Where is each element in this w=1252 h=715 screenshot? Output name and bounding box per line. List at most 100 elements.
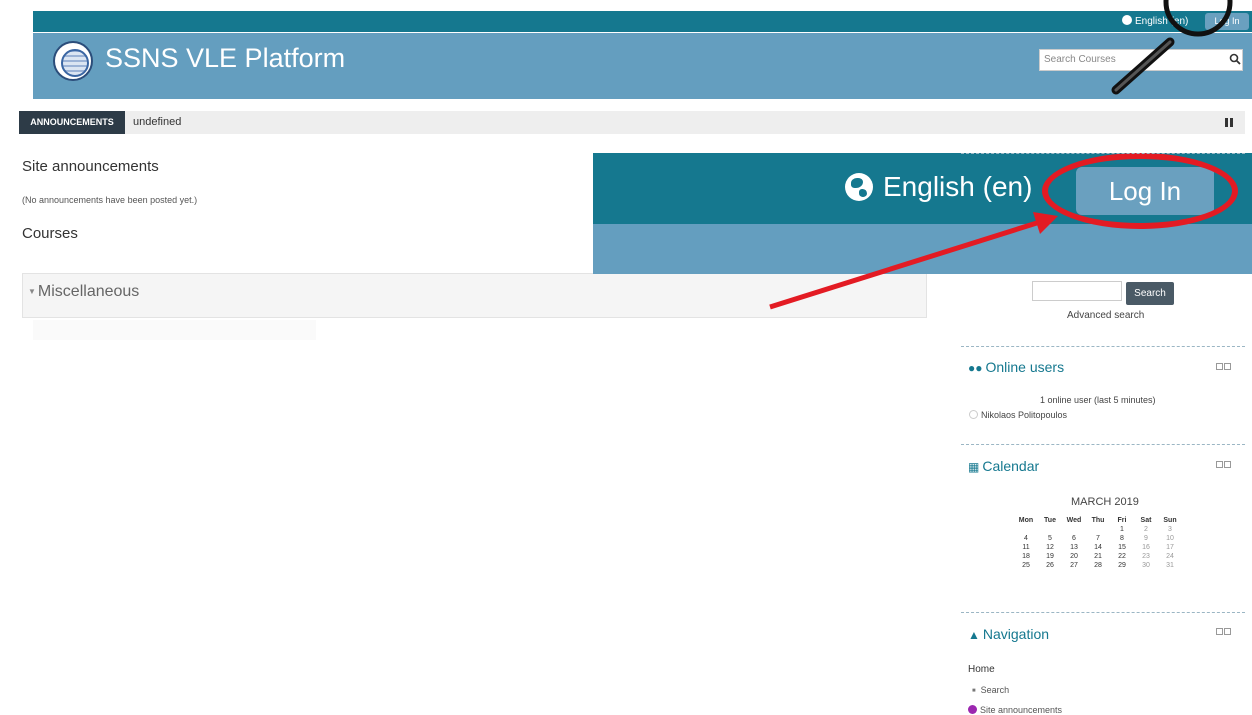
block-divider: [961, 346, 1245, 347]
calendar-day[interactable]: 21: [1086, 552, 1110, 561]
collapse-icon[interactable]: [1216, 461, 1223, 468]
collapse-icon[interactable]: [1216, 363, 1223, 370]
calendar-month[interactable]: MARCH 2019: [1071, 496, 1139, 508]
calendar-day[interactable]: 18: [1014, 552, 1038, 561]
block-divider: [961, 153, 1245, 154]
calendar-day[interactable]: 4: [1014, 534, 1038, 543]
calendar-week: 123: [1014, 525, 1182, 534]
calendar-day[interactable]: 22: [1110, 552, 1134, 561]
calendar-weekday: Thu: [1091, 517, 1105, 524]
course-search-input[interactable]: [1032, 281, 1122, 301]
block-divider: [961, 444, 1245, 445]
zoom-header-strip: [593, 224, 1252, 274]
advanced-search-link[interactable]: Advanced search: [1067, 310, 1144, 321]
calendar-day[interactable]: 24: [1158, 552, 1182, 561]
calendar-day[interactable]: 12: [1038, 543, 1062, 552]
dock-icon[interactable]: [1224, 461, 1231, 468]
calendar-day[interactable]: 28: [1086, 561, 1110, 570]
calendar-day[interactable]: 2: [1134, 525, 1158, 534]
language-menu[interactable]: English (en): [1122, 15, 1188, 27]
pause-icon[interactable]: [1225, 118, 1233, 127]
calendar-grid: Mon Tue Wed Thu Fri Sat Sun 1 2 3 4 5 6 7 8 9 10 11 12 13 1…: [1014, 516, 1182, 570]
calendar-day[interactable]: 1: [1110, 525, 1134, 534]
category-title[interactable]: ▼ Miscellaneous: [28, 283, 139, 301]
pointer-arrow: [769, 212, 1058, 310]
highlight-circle: [1042, 153, 1238, 229]
block-controls[interactable]: [1216, 357, 1234, 370]
category-name: Miscellaneous: [37, 283, 140, 300]
calendar-day[interactable]: 13: [1062, 543, 1086, 552]
online-users-title: ●● Online users: [968, 359, 1064, 375]
nav-home[interactable]: Home: [968, 664, 995, 675]
calendar-weekday: Wed: [1066, 517, 1082, 524]
calendar-day[interactable]: 26: [1038, 561, 1062, 570]
zoom-inset: English (en) Log In: [593, 153, 1252, 274]
calendar-day[interactable]: 6: [1062, 534, 1086, 543]
calendar-day[interactable]: 3: [1158, 525, 1182, 534]
calendar-day[interactable]: 11: [1014, 543, 1038, 552]
nav-search[interactable]: ■ Search: [972, 685, 1009, 695]
calendar-day[interactable]: 7: [1086, 534, 1110, 543]
calendar-label: Calendar: [982, 458, 1040, 474]
calendar-day: [1038, 525, 1062, 534]
calendar-day[interactable]: 10: [1158, 534, 1182, 543]
online-user[interactable]: Nikolaos Politopoulos: [969, 410, 1067, 420]
site-header: SSNS VLE Platform Search Courses: [33, 33, 1252, 99]
course-search-button[interactable]: Search: [1126, 282, 1174, 305]
user-avatar-icon: [969, 410, 978, 419]
dock-icon[interactable]: [1224, 363, 1231, 370]
calendar-day[interactable]: 17: [1158, 543, 1182, 552]
calendar-weekday: Sun: [1163, 517, 1177, 524]
site-logo[interactable]: [53, 41, 93, 81]
courses-heading: Courses: [22, 225, 78, 242]
search-icon[interactable]: [1229, 53, 1241, 65]
announcements-ticker: ANNOUNCEMENTS undefined: [19, 111, 1245, 134]
navigation-title: ▲ Navigation: [968, 626, 1049, 642]
announcements-label: ANNOUNCEMENTS: [19, 111, 125, 134]
no-announcements-text: (No announcements have been posted yet.): [22, 195, 198, 205]
search-courses-input[interactable]: Search Courses: [1039, 49, 1243, 71]
calendar-week: 11 12 13 14 15 16 17: [1014, 543, 1182, 552]
calendar-day[interactable]: 14: [1086, 543, 1110, 552]
site-title[interactable]: SSNS VLE Platform: [105, 43, 345, 74]
calendar-icon: ▦: [968, 460, 980, 474]
login-button[interactable]: Log In: [1205, 13, 1249, 30]
block-controls[interactable]: [1216, 455, 1234, 468]
calendar-day[interactable]: 23: [1134, 552, 1158, 561]
calendar-weekday: Sat: [1140, 517, 1152, 524]
calendar-day[interactable]: 25: [1014, 561, 1038, 570]
calendar-day[interactable]: 20: [1062, 552, 1086, 561]
site-announcements-heading: Site announcements: [22, 158, 159, 175]
calendar-day[interactable]: 9: [1134, 534, 1158, 543]
calendar-day[interactable]: 16: [1134, 543, 1158, 552]
calendar-weekday: Fri: [1117, 517, 1127, 524]
calendar-week: 18 19 20 21 22 23 24: [1014, 552, 1182, 561]
calendar-day: [1014, 525, 1038, 534]
dock-icon[interactable]: [1224, 628, 1231, 635]
calendar-day[interactable]: 15: [1110, 543, 1134, 552]
calendar-day[interactable]: 8: [1110, 534, 1134, 543]
online-user-name: Nikolaos Politopoulos: [981, 410, 1068, 420]
nav-site-announcements[interactable]: Site announcements: [968, 705, 1062, 715]
calendar-day: [1086, 525, 1110, 534]
globe-icon: [1122, 15, 1132, 25]
calendar-day[interactable]: 30: [1134, 561, 1158, 570]
online-count: 1 online user (last 5 minutes): [1040, 395, 1156, 405]
calendar-day[interactable]: 19: [1038, 552, 1062, 561]
globe-icon: [845, 173, 873, 201]
block-divider: [961, 612, 1245, 613]
block-controls[interactable]: [1216, 622, 1234, 635]
calendar-day[interactable]: 31: [1158, 561, 1182, 570]
navigation-label: Navigation: [982, 626, 1050, 642]
calendar-day[interactable]: 27: [1062, 561, 1086, 570]
calendar-day[interactable]: 29: [1110, 561, 1134, 570]
caret-down-icon: ▼: [28, 287, 36, 296]
calendar-weekday: Mon: [1018, 517, 1034, 524]
course-category[interactable]: ▼ Miscellaneous: [22, 273, 927, 318]
calendar-day: [1062, 525, 1086, 534]
calendar-day[interactable]: 5: [1038, 534, 1062, 543]
announcement-text[interactable]: undefined: [133, 116, 181, 128]
calendar-title: ▦ Calendar: [968, 458, 1039, 474]
collapse-icon[interactable]: [1216, 628, 1223, 635]
bullet-icon: ■: [972, 688, 976, 694]
